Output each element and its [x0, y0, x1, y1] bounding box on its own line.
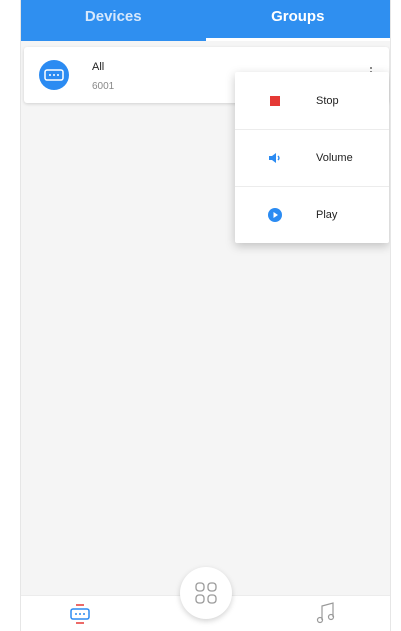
app-frame: Devices Groups All 6001 Stop Volume Play: [20, 0, 391, 631]
menu-item-stop[interactable]: Stop: [235, 72, 389, 129]
speaker-icon: [39, 60, 69, 90]
tab-devices-label: Devices: [84, 8, 142, 25]
menu-item-volume-label: Volume: [316, 152, 353, 164]
apps-grid-icon[interactable]: [180, 567, 232, 619]
menu-item-play[interactable]: Play: [235, 186, 389, 243]
devices-icon[interactable]: [68, 602, 92, 626]
group-actions-menu: Stop Volume Play: [235, 72, 389, 243]
tab-devices[interactable]: Devices: [21, 0, 206, 41]
menu-item-play-label: Play: [316, 209, 338, 221]
group-name: All: [92, 61, 105, 73]
menu-item-volume[interactable]: Volume: [235, 129, 389, 186]
tab-bar: Devices Groups: [21, 0, 390, 41]
volume-icon: [268, 151, 282, 165]
tab-groups-label: Groups: [271, 8, 325, 25]
music-note-icon[interactable]: [315, 601, 337, 625]
stop-icon: [268, 94, 282, 108]
menu-item-stop-label: Stop: [316, 94, 339, 107]
tab-groups[interactable]: Groups: [205, 0, 391, 41]
play-icon: [268, 208, 282, 222]
group-id: 6001: [92, 81, 115, 92]
